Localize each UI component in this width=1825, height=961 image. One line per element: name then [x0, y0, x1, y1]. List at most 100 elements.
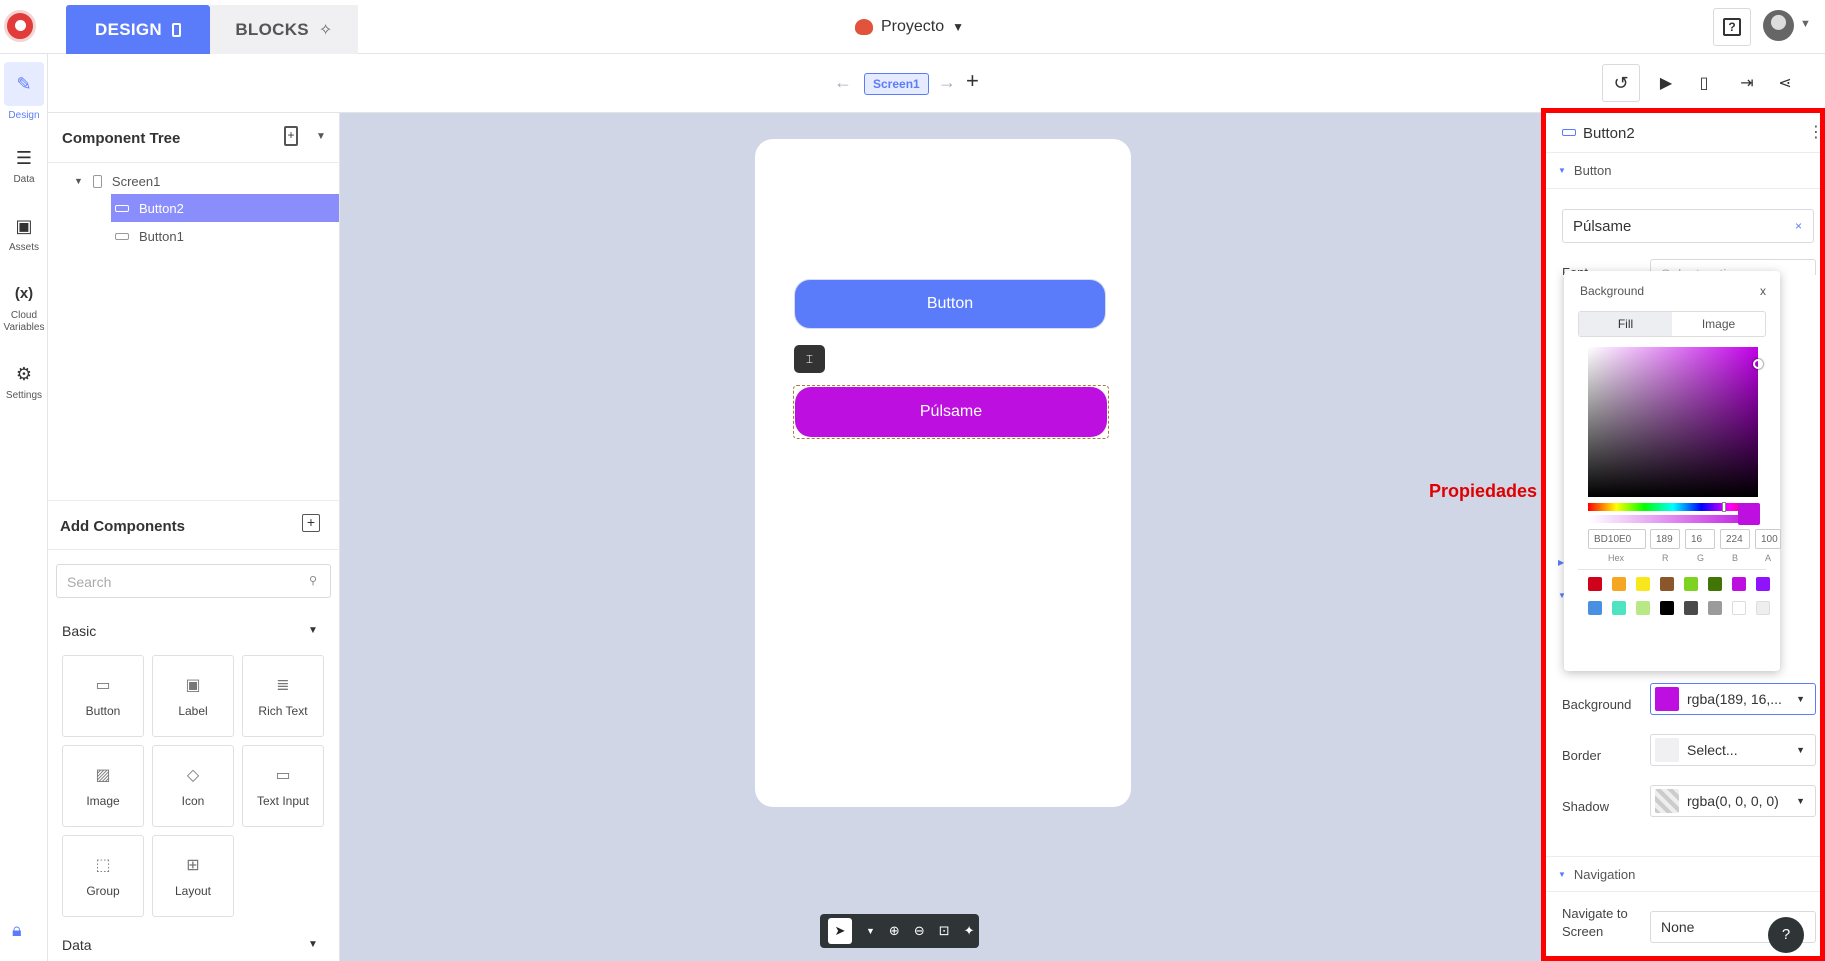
- saturation-area[interactable]: [1588, 347, 1763, 497]
- pointer-tool-icon[interactable]: ➤: [828, 918, 852, 944]
- basic-section-label[interactable]: Basic: [62, 623, 96, 639]
- g-input[interactable]: 16: [1685, 529, 1715, 549]
- preset-swatch[interactable]: [1708, 601, 1722, 615]
- tab-image[interactable]: Image: [1672, 312, 1765, 336]
- help-button[interactable]: ?: [1713, 8, 1751, 46]
- phone-preview[interactable]: Button ⌶ Púlsame: [755, 139, 1131, 807]
- fit-screen-icon[interactable]: ⊡: [939, 923, 950, 939]
- tree-item-button1[interactable]: Button1: [111, 222, 184, 250]
- nav-cloud-variables[interactable]: (x) Cloud Variables: [0, 282, 48, 334]
- add-component-icon[interactable]: +: [302, 514, 320, 532]
- preset-swatch[interactable]: [1732, 577, 1746, 591]
- text-field[interactable]: Púlsame ×: [1562, 209, 1814, 243]
- canvas-toolbar: ← Screen1 → + ↺ ▶ ▯ ⇥ ⋖: [48, 54, 1825, 113]
- basic-collapse-icon[interactable]: ▼: [308, 625, 318, 636]
- add-screen-tree-icon[interactable]: +: [284, 126, 298, 146]
- component-layout[interactable]: ⊞ Layout: [152, 835, 234, 917]
- border-select[interactable]: Select... ▼: [1650, 734, 1816, 766]
- tree-item-screen1[interactable]: ▼ Screen1: [74, 168, 160, 194]
- component-label[interactable]: ▣ Label: [152, 655, 234, 737]
- section-navigation[interactable]: ▼ Navigation: [1546, 856, 1820, 892]
- history-button[interactable]: ↺: [1602, 64, 1640, 102]
- zoom-in-icon[interactable]: ⊕: [889, 923, 900, 939]
- arrow-right-icon[interactable]: →: [938, 72, 956, 93]
- canvas-button1[interactable]: Button: [794, 279, 1106, 329]
- preset-swatch[interactable]: [1684, 601, 1698, 615]
- zoom-out-icon[interactable]: ⊖: [914, 923, 925, 939]
- tree-collapse-icon[interactable]: ▼: [316, 131, 326, 142]
- canvas-button2[interactable]: Púlsame: [795, 387, 1107, 437]
- preset-swatch[interactable]: [1756, 577, 1770, 591]
- tab-fill[interactable]: Fill: [1579, 312, 1672, 336]
- nav-design[interactable]: ✎ Design: [0, 62, 48, 121]
- caret-down-icon: ▼: [74, 176, 83, 186]
- arrow-left-icon[interactable]: ←: [834, 72, 852, 93]
- nav-assets[interactable]: ▣ Assets: [0, 214, 48, 253]
- component-image[interactable]: ▨ Image: [62, 745, 144, 827]
- preset-swatch[interactable]: [1636, 601, 1650, 615]
- lock-icon[interactable]: 🔒︎: [12, 920, 22, 941]
- preset-swatch[interactable]: [1660, 577, 1674, 591]
- design-canvas[interactable]: Button ⌶ Púlsame ➤ ▼ ⊕ ⊖ ⊡ ✦: [340, 113, 1543, 961]
- r-input[interactable]: 189: [1650, 529, 1680, 549]
- saturation-handle[interactable]: [1753, 359, 1763, 369]
- database-icon: ☰: [15, 148, 33, 168]
- component-search-input[interactable]: Search ⚲: [56, 564, 331, 598]
- component-rich-text[interactable]: ≣ Rich Text: [242, 655, 324, 737]
- a-input[interactable]: 100: [1755, 529, 1781, 549]
- background-select[interactable]: rgba(189, 16,... ▼: [1650, 683, 1816, 715]
- text-cursor-handle-icon[interactable]: ⌶: [794, 345, 825, 373]
- preset-swatch[interactable]: [1636, 577, 1650, 591]
- preset-swatch[interactable]: [1756, 601, 1770, 615]
- preview-button[interactable]: ▶: [1647, 64, 1685, 102]
- app-logo[interactable]: [4, 10, 36, 42]
- avatar-chevron-icon[interactable]: ▼: [1800, 18, 1811, 30]
- component-button[interactable]: ▭ Button: [62, 655, 144, 737]
- shadow-select[interactable]: rgba(0, 0, 0, 0) ▼: [1650, 785, 1816, 817]
- clear-icon[interactable]: ×: [1795, 219, 1802, 233]
- device-preview-button[interactable]: ▯: [1685, 64, 1723, 102]
- tab-blocks[interactable]: BLOCKS ✧: [210, 5, 358, 54]
- preset-swatch[interactable]: [1612, 577, 1626, 591]
- pointer-chevron-icon[interactable]: ▼: [866, 926, 875, 936]
- component-group[interactable]: ⬚ Group: [62, 835, 144, 917]
- preset-swatch[interactable]: [1612, 601, 1626, 615]
- data-section-label[interactable]: Data: [62, 937, 92, 953]
- help-chat-button[interactable]: ?: [1768, 917, 1804, 953]
- component-icon[interactable]: ◇ Icon: [152, 745, 234, 827]
- data-collapse-icon[interactable]: ▼: [308, 939, 318, 950]
- kebab-menu-icon[interactable]: ⋮: [1808, 122, 1824, 142]
- preset-swatch[interactable]: [1660, 601, 1674, 615]
- hex-label: Hex: [1608, 553, 1625, 563]
- export-button[interactable]: ⇥: [1728, 64, 1766, 102]
- alpha-slider[interactable]: [1588, 514, 1758, 524]
- component-text-input[interactable]: ▭ Text Input: [242, 745, 324, 827]
- screen-tab[interactable]: Screen1: [864, 73, 929, 95]
- hex-input[interactable]: BD10E0: [1588, 529, 1646, 549]
- b-input[interactable]: 224: [1720, 529, 1750, 549]
- preset-swatch[interactable]: [1684, 577, 1698, 591]
- properties-panel: Button2 ⋮ ▼ Button Púlsame × Font Select…: [1541, 108, 1825, 961]
- canvas-tools-bar: ➤ ▼ ⊕ ⊖ ⊡ ✦: [820, 914, 979, 948]
- user-avatar[interactable]: [1763, 10, 1794, 41]
- add-screen-icon[interactable]: +: [966, 68, 979, 94]
- preset-swatch[interactable]: [1708, 577, 1722, 591]
- picker-close-icon[interactable]: x: [1760, 284, 1766, 298]
- hue-handle[interactable]: [1722, 502, 1726, 512]
- tree-item-button2[interactable]: Button2: [111, 194, 339, 222]
- preset-swatch[interactable]: [1732, 601, 1746, 615]
- hue-slider[interactable]: [1588, 502, 1758, 512]
- project-selector[interactable]: Proyecto ▼: [855, 14, 964, 40]
- preset-swatch[interactable]: [1588, 577, 1602, 591]
- component-name[interactable]: Button2: [1583, 125, 1635, 142]
- nav-settings[interactable]: ⚙ Settings: [0, 362, 48, 401]
- nav-data[interactable]: ☰ Data: [0, 146, 48, 185]
- section-button[interactable]: ▼ Button: [1546, 153, 1820, 189]
- preset-swatch[interactable]: [1588, 601, 1602, 615]
- layout-icon: ⊞: [186, 857, 200, 874]
- tab-design-label: DESIGN: [95, 19, 162, 39]
- component-header: Button2 ⋮: [1546, 113, 1824, 153]
- magic-icon[interactable]: ✦: [964, 923, 975, 939]
- tab-design[interactable]: DESIGN: [66, 5, 210, 54]
- share-button[interactable]: ⋖: [1766, 64, 1804, 102]
